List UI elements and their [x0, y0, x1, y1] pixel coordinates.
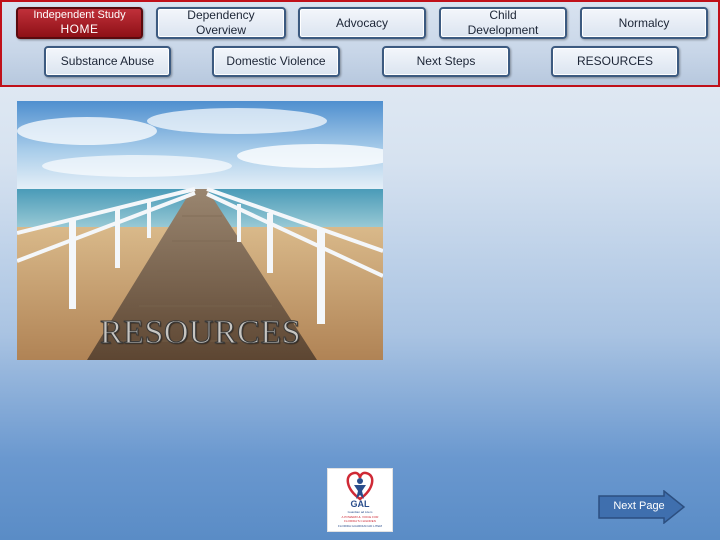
- normalcy-label: Normalcy: [618, 15, 670, 30]
- dependency-overview-button[interactable]: Dependency Overview: [156, 7, 286, 39]
- home-button-label: HOME: [60, 22, 99, 37]
- home-button-subtitle: Independent Study: [33, 8, 126, 21]
- resources-label: RESOURCES: [576, 54, 653, 68]
- logo-line-1: Guardian ad Litem: [348, 510, 373, 514]
- resources-button[interactable]: RESOURCES: [551, 46, 679, 77]
- child-development-label: Child Development: [467, 8, 539, 37]
- hero-title: RESOURCES: [100, 314, 302, 352]
- logo-line-4: FLORIDA GUARDIAN AD LITEM: [338, 524, 383, 528]
- navigation-bar: Independent Study HOME Dependency Overvi…: [0, 0, 720, 87]
- substance-abuse-button[interactable]: Substance Abuse: [44, 46, 171, 77]
- normalcy-button[interactable]: Normalcy: [580, 7, 708, 39]
- advocacy-label: Advocacy: [335, 15, 389, 30]
- next-steps-label: Next Steps: [416, 54, 476, 68]
- advocacy-button[interactable]: Advocacy: [298, 7, 426, 39]
- child-development-button[interactable]: Child Development: [439, 7, 567, 39]
- next-page-button[interactable]: Next Page: [598, 490, 686, 524]
- home-button[interactable]: Independent Study HOME: [16, 7, 143, 39]
- gal-logo: GAL Guardian ad Litem A POWERFUL VOICE F…: [327, 468, 393, 532]
- logo-line-3: FLORIDA'S CHILDREN: [344, 519, 376, 523]
- domestic-violence-button[interactable]: Domestic Violence: [212, 46, 340, 77]
- domestic-violence-label: Domestic Violence: [226, 54, 326, 68]
- substance-abuse-label: Substance Abuse: [60, 54, 155, 68]
- next-page-label: Next Page: [613, 500, 665, 512]
- next-steps-button[interactable]: Next Steps: [382, 46, 510, 77]
- dependency-overview-label: Dependency Overview: [187, 8, 255, 37]
- logo-brand: GAL: [351, 499, 371, 509]
- gal-logo-graphic: GAL Guardian ad Litem A POWERFUL VOICE F…: [338, 471, 383, 528]
